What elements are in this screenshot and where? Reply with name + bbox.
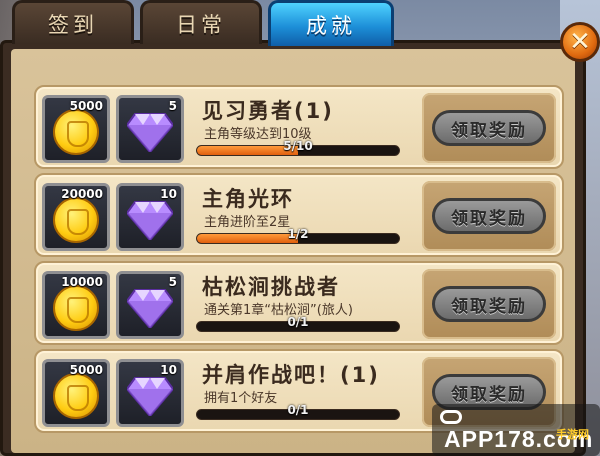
gold-coin-icon xyxy=(53,373,99,419)
gem-reward-slot[interactable]: 10 xyxy=(116,359,184,427)
gold-reward-slot[interactable]: 5000 xyxy=(42,359,110,427)
achievement-title: 枯松涧挑战者 xyxy=(202,275,340,299)
gem-reward-slot[interactable]: 5 xyxy=(116,271,184,339)
gold-reward-slot[interactable]: 20000 xyxy=(42,183,110,251)
gamepad-icon xyxy=(440,410,462,424)
progress-text: 5/10 xyxy=(283,139,313,153)
achievement-title: 并肩作战吧！(1) xyxy=(202,363,380,387)
claim-reward-button[interactable]: 领取奖励 xyxy=(432,110,546,146)
diamond-icon xyxy=(127,113,173,152)
claim-panel: 领取奖励 xyxy=(422,181,556,251)
tab-daily[interactable]: 日常 xyxy=(140,0,262,44)
achievement-card: 10000 5 枯松涧挑战者 通关第1章“枯松涧”(旅人) 0/1 领取奖励 xyxy=(34,261,564,345)
achievement-title: 主角光环 xyxy=(202,187,294,211)
gold-reward-slot[interactable]: 10000 xyxy=(42,271,110,339)
diamond-icon xyxy=(127,201,173,240)
gold-reward-count: 5000 xyxy=(69,99,103,113)
claim-reward-button[interactable]: 领取奖励 xyxy=(432,286,546,322)
gold-reward-count: 20000 xyxy=(61,187,103,201)
tab-bar: 签到 日常 成就 xyxy=(12,0,394,46)
gem-reward-slot[interactable]: 5 xyxy=(116,95,184,163)
achievement-title: 见习勇者(1) xyxy=(202,99,334,123)
achievement-card: 5000 5 见习勇者(1) 主角等级达到10级 5/10 领取奖励 xyxy=(34,85,564,169)
gem-reward-count: 5 xyxy=(168,99,177,113)
gold-coin-icon xyxy=(53,197,99,243)
close-button[interactable]: ✕ xyxy=(560,22,600,62)
gold-reward-count: 10000 xyxy=(61,275,103,289)
diamond-icon xyxy=(127,377,173,416)
close-icon: ✕ xyxy=(569,27,591,57)
gold-coin-icon xyxy=(53,285,99,331)
gem-reward-count: 10 xyxy=(160,363,177,377)
tab-sign-in[interactable]: 签到 xyxy=(12,0,134,44)
progress-text: 1/2 xyxy=(287,227,309,241)
progress-text: 0/1 xyxy=(287,403,309,417)
watermark-site-text: 手游网 xyxy=(556,428,589,441)
diamond-icon xyxy=(127,289,173,328)
tab-achievements[interactable]: 成就 xyxy=(268,0,394,46)
claim-panel: 领取奖励 xyxy=(422,93,556,163)
gold-coin-icon xyxy=(53,109,99,155)
watermark: APP178.com 手游网 xyxy=(432,404,600,456)
claim-reward-button[interactable]: 领取奖励 xyxy=(432,198,546,234)
gold-reward-slot[interactable]: 5000 xyxy=(42,95,110,163)
achievement-card: 20000 10 主角光环 主角进阶至2星 1/2 领取奖励 xyxy=(34,173,564,257)
gem-reward-count: 10 xyxy=(160,187,177,201)
gold-reward-count: 5000 xyxy=(69,363,103,377)
gem-reward-count: 5 xyxy=(168,275,177,289)
claim-panel: 领取奖励 xyxy=(422,269,556,339)
gem-reward-slot[interactable]: 10 xyxy=(116,183,184,251)
progress-text: 0/1 xyxy=(287,315,309,329)
